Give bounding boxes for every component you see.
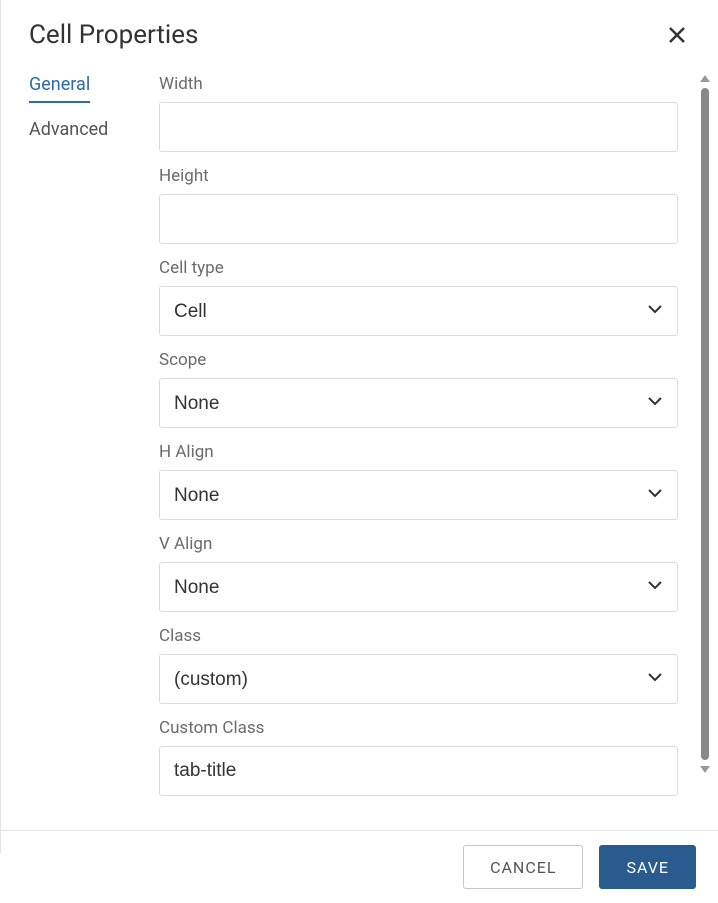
close-icon [668, 26, 686, 44]
cell-properties-dialog: Cell Properties General Advanced Width H… [0, 0, 718, 853]
dialog-body: General Advanced Width Height Cell type … [1, 74, 718, 830]
field-custom-class: Custom Class [159, 718, 678, 796]
class-select[interactable]: (custom) [159, 654, 678, 704]
field-v-align: V Align None [159, 534, 678, 612]
h-align-label: H Align [159, 442, 678, 462]
h-align-select-wrap: None [159, 470, 678, 520]
dialog-title: Cell Properties [29, 20, 198, 50]
save-button[interactable]: SAVE [599, 845, 696, 889]
field-h-align: H Align None [159, 442, 678, 520]
tabs-nav: General Advanced [29, 74, 159, 830]
field-scope: Scope None [159, 350, 678, 428]
scope-select[interactable]: None [159, 378, 678, 428]
height-input[interactable] [159, 194, 678, 244]
v-align-select[interactable]: None [159, 562, 678, 612]
v-align-label: V Align [159, 534, 678, 554]
v-align-select-wrap: None [159, 562, 678, 612]
scroll-up-icon[interactable] [700, 75, 710, 82]
class-label: Class [159, 626, 678, 646]
class-select-wrap: (custom) [159, 654, 678, 704]
scrollbar[interactable] [698, 75, 712, 773]
cell-type-select-wrap: Cell [159, 286, 678, 336]
field-cell-type: Cell type Cell [159, 258, 678, 336]
field-class: Class (custom) [159, 626, 678, 704]
scroll-thumb[interactable] [701, 88, 709, 760]
dialog-header: Cell Properties [1, 0, 718, 74]
form-area: Width Height Cell type Cell Scope [159, 74, 718, 830]
width-input[interactable] [159, 102, 678, 152]
scope-select-wrap: None [159, 378, 678, 428]
dialog-footer: CANCEL SAVE [1, 830, 718, 903]
close-button[interactable] [664, 22, 690, 48]
tab-advanced[interactable]: Advanced [29, 119, 108, 146]
cell-type-select[interactable]: Cell [159, 286, 678, 336]
custom-class-input[interactable] [159, 746, 678, 796]
h-align-select[interactable]: None [159, 470, 678, 520]
height-label: Height [159, 166, 678, 186]
width-label: Width [159, 74, 678, 94]
scope-label: Scope [159, 350, 678, 370]
scroll-down-icon[interactable] [700, 766, 710, 773]
field-width: Width [159, 74, 678, 152]
cell-type-label: Cell type [159, 258, 678, 278]
field-height: Height [159, 166, 678, 244]
tab-general[interactable]: General [29, 74, 90, 103]
cancel-button[interactable]: CANCEL [463, 845, 583, 889]
custom-class-label: Custom Class [159, 718, 678, 738]
